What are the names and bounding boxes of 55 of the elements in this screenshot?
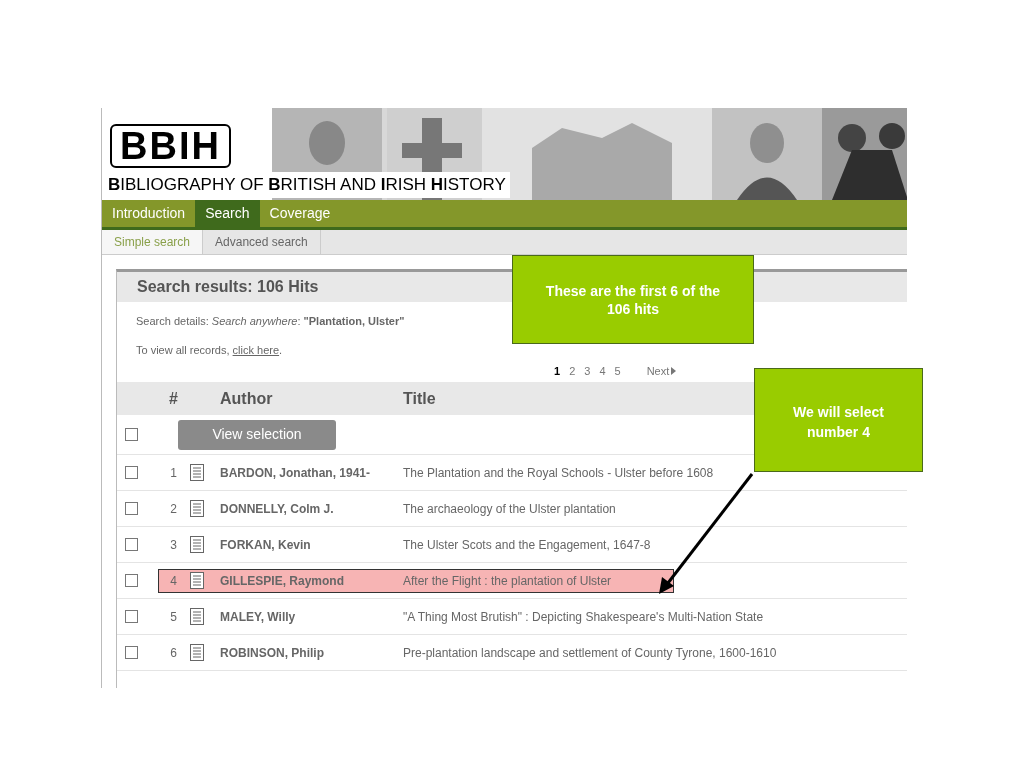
document-icon bbox=[190, 500, 204, 517]
next-link[interactable]: Next bbox=[646, 362, 677, 380]
page-link[interactable]: 2 bbox=[566, 362, 579, 380]
site-title: BIBLIOGRAPHY OF BRITISH AND IRISH HISTORY bbox=[108, 172, 510, 198]
row-number: 6 bbox=[169, 644, 177, 662]
logo: BBIH bbox=[110, 124, 231, 168]
author-cell-text: DONNELLY, Colm J. bbox=[220, 500, 335, 518]
column-header: Title bbox=[403, 388, 436, 409]
search-details: Search details: Search anywhere: "Plantation, Ulster" bbox=[135, 314, 406, 329]
title-cell-text: "A Thing Most Brutish" : Depicting Shakespeare's Multi-Nation State bbox=[403, 608, 764, 626]
document-icon bbox=[190, 464, 204, 481]
checkbox[interactable] bbox=[125, 610, 138, 623]
document-icon bbox=[190, 608, 204, 625]
author-cell-text: MALEY, Willy bbox=[220, 608, 297, 626]
page-link[interactable]: 1 bbox=[551, 362, 564, 380]
document-icon bbox=[190, 536, 204, 553]
page-link[interactable]: 3 bbox=[581, 362, 594, 380]
checkbox[interactable] bbox=[125, 428, 138, 441]
click-here-link[interactable]: click here bbox=[232, 343, 280, 356]
nav-tab[interactable]: Coverage bbox=[259, 200, 341, 227]
checkbox[interactable] bbox=[125, 646, 138, 659]
row-number: 4 bbox=[169, 572, 177, 590]
column-header: # bbox=[169, 388, 179, 409]
row-number: 5 bbox=[169, 608, 177, 626]
title-cell-text: Pre-plantation landscape and settlement of County Tyrone, 1600-1610 bbox=[403, 644, 777, 662]
author-cell-text: FORKAN, Kevin bbox=[220, 536, 312, 554]
results-heading: Search results: 106 Hits bbox=[137, 277, 319, 297]
checkbox[interactable] bbox=[125, 574, 138, 587]
nav-tab[interactable]: Search bbox=[195, 200, 260, 227]
checkbox[interactable] bbox=[125, 538, 138, 551]
title-cell-text: The Ulster Scots and the Engagement, 1647-8 bbox=[403, 536, 651, 554]
page-link[interactable]: 5 bbox=[611, 362, 624, 380]
title-cell-text: After the Flight : the plantation of Ulster bbox=[403, 572, 612, 590]
page-link[interactable]: 4 bbox=[596, 362, 609, 380]
checkbox[interactable] bbox=[125, 502, 138, 515]
subnav-tab[interactable]: Simple search bbox=[102, 230, 204, 254]
row-number: 2 bbox=[169, 500, 177, 518]
document-icon bbox=[190, 572, 204, 589]
title-cell-text: The archaeology of the Ulster plantation bbox=[403, 500, 616, 518]
title-cell-text: The Plantation and the Royal Schools - Ulster before 1608 bbox=[403, 464, 714, 482]
callout: We will select number 4 bbox=[754, 368, 923, 472]
nav-tab[interactable]: Introduction bbox=[102, 200, 196, 227]
view-all-text: To view all records, click here. bbox=[135, 342, 284, 358]
checkbox[interactable] bbox=[125, 466, 138, 479]
author-cell-text: ROBINSON, Philip bbox=[220, 644, 325, 662]
row-number: 3 bbox=[169, 536, 177, 554]
document-icon bbox=[190, 644, 204, 661]
column-header: Author bbox=[220, 388, 274, 409]
subnav-tab[interactable]: Advanced search bbox=[203, 230, 321, 254]
view-selection-button[interactable]: View selection bbox=[178, 419, 336, 450]
author-cell-text: GILLESPIE, Raymond bbox=[220, 572, 346, 590]
triangle-icon bbox=[671, 367, 677, 375]
row-number: 1 bbox=[169, 464, 177, 482]
callout: These are the first 6 of the 106 hits bbox=[512, 255, 754, 344]
author-cell-text: BARDON, Jonathan, 1941- bbox=[220, 464, 372, 482]
